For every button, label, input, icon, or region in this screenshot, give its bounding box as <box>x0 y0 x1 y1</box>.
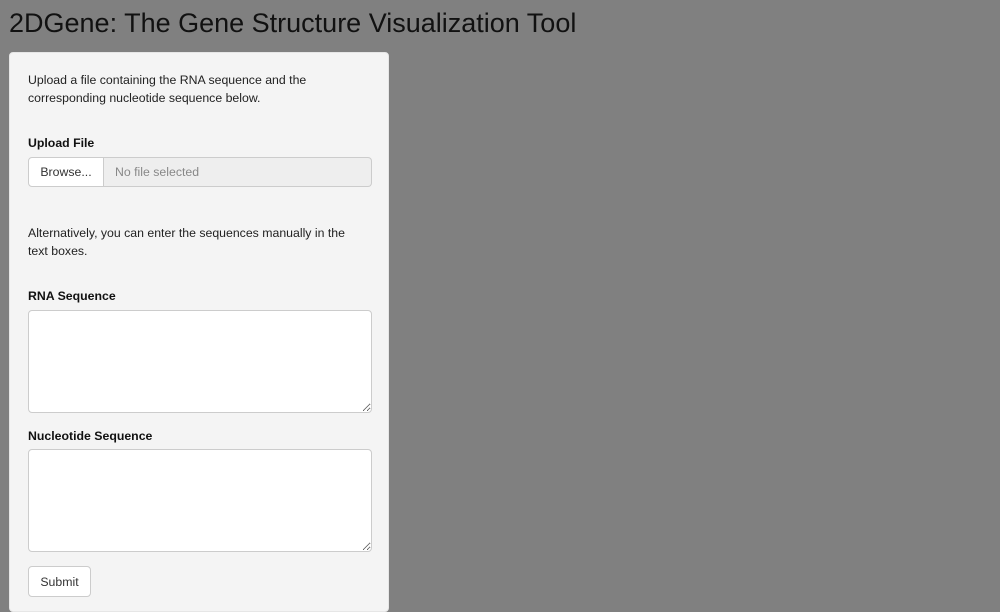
rna-sequence-label: RNA Sequence <box>28 289 116 303</box>
page-title: 2DGene: The Gene Structure Visualization… <box>9 8 577 38</box>
browse-button[interactable]: Browse... <box>28 157 104 187</box>
intro-text: Upload a file containing the RNA sequenc… <box>28 73 307 105</box>
rna-sequence-textarea[interactable] <box>28 310 372 413</box>
alternative-text: Alternatively, you can enter the sequenc… <box>28 226 345 258</box>
input-panel: Upload a file containing the RNA sequenc… <box>9 52 389 612</box>
file-status-field: No file selected <box>104 157 372 187</box>
nucleotide-sequence-textarea[interactable] <box>28 449 372 552</box>
file-upload-input[interactable]: Browse... No file selected <box>28 157 372 187</box>
nucleotide-sequence-label: Nucleotide Sequence <box>28 429 153 443</box>
submit-button[interactable]: Submit <box>28 566 91 597</box>
upload-file-label: Upload File <box>28 136 95 150</box>
